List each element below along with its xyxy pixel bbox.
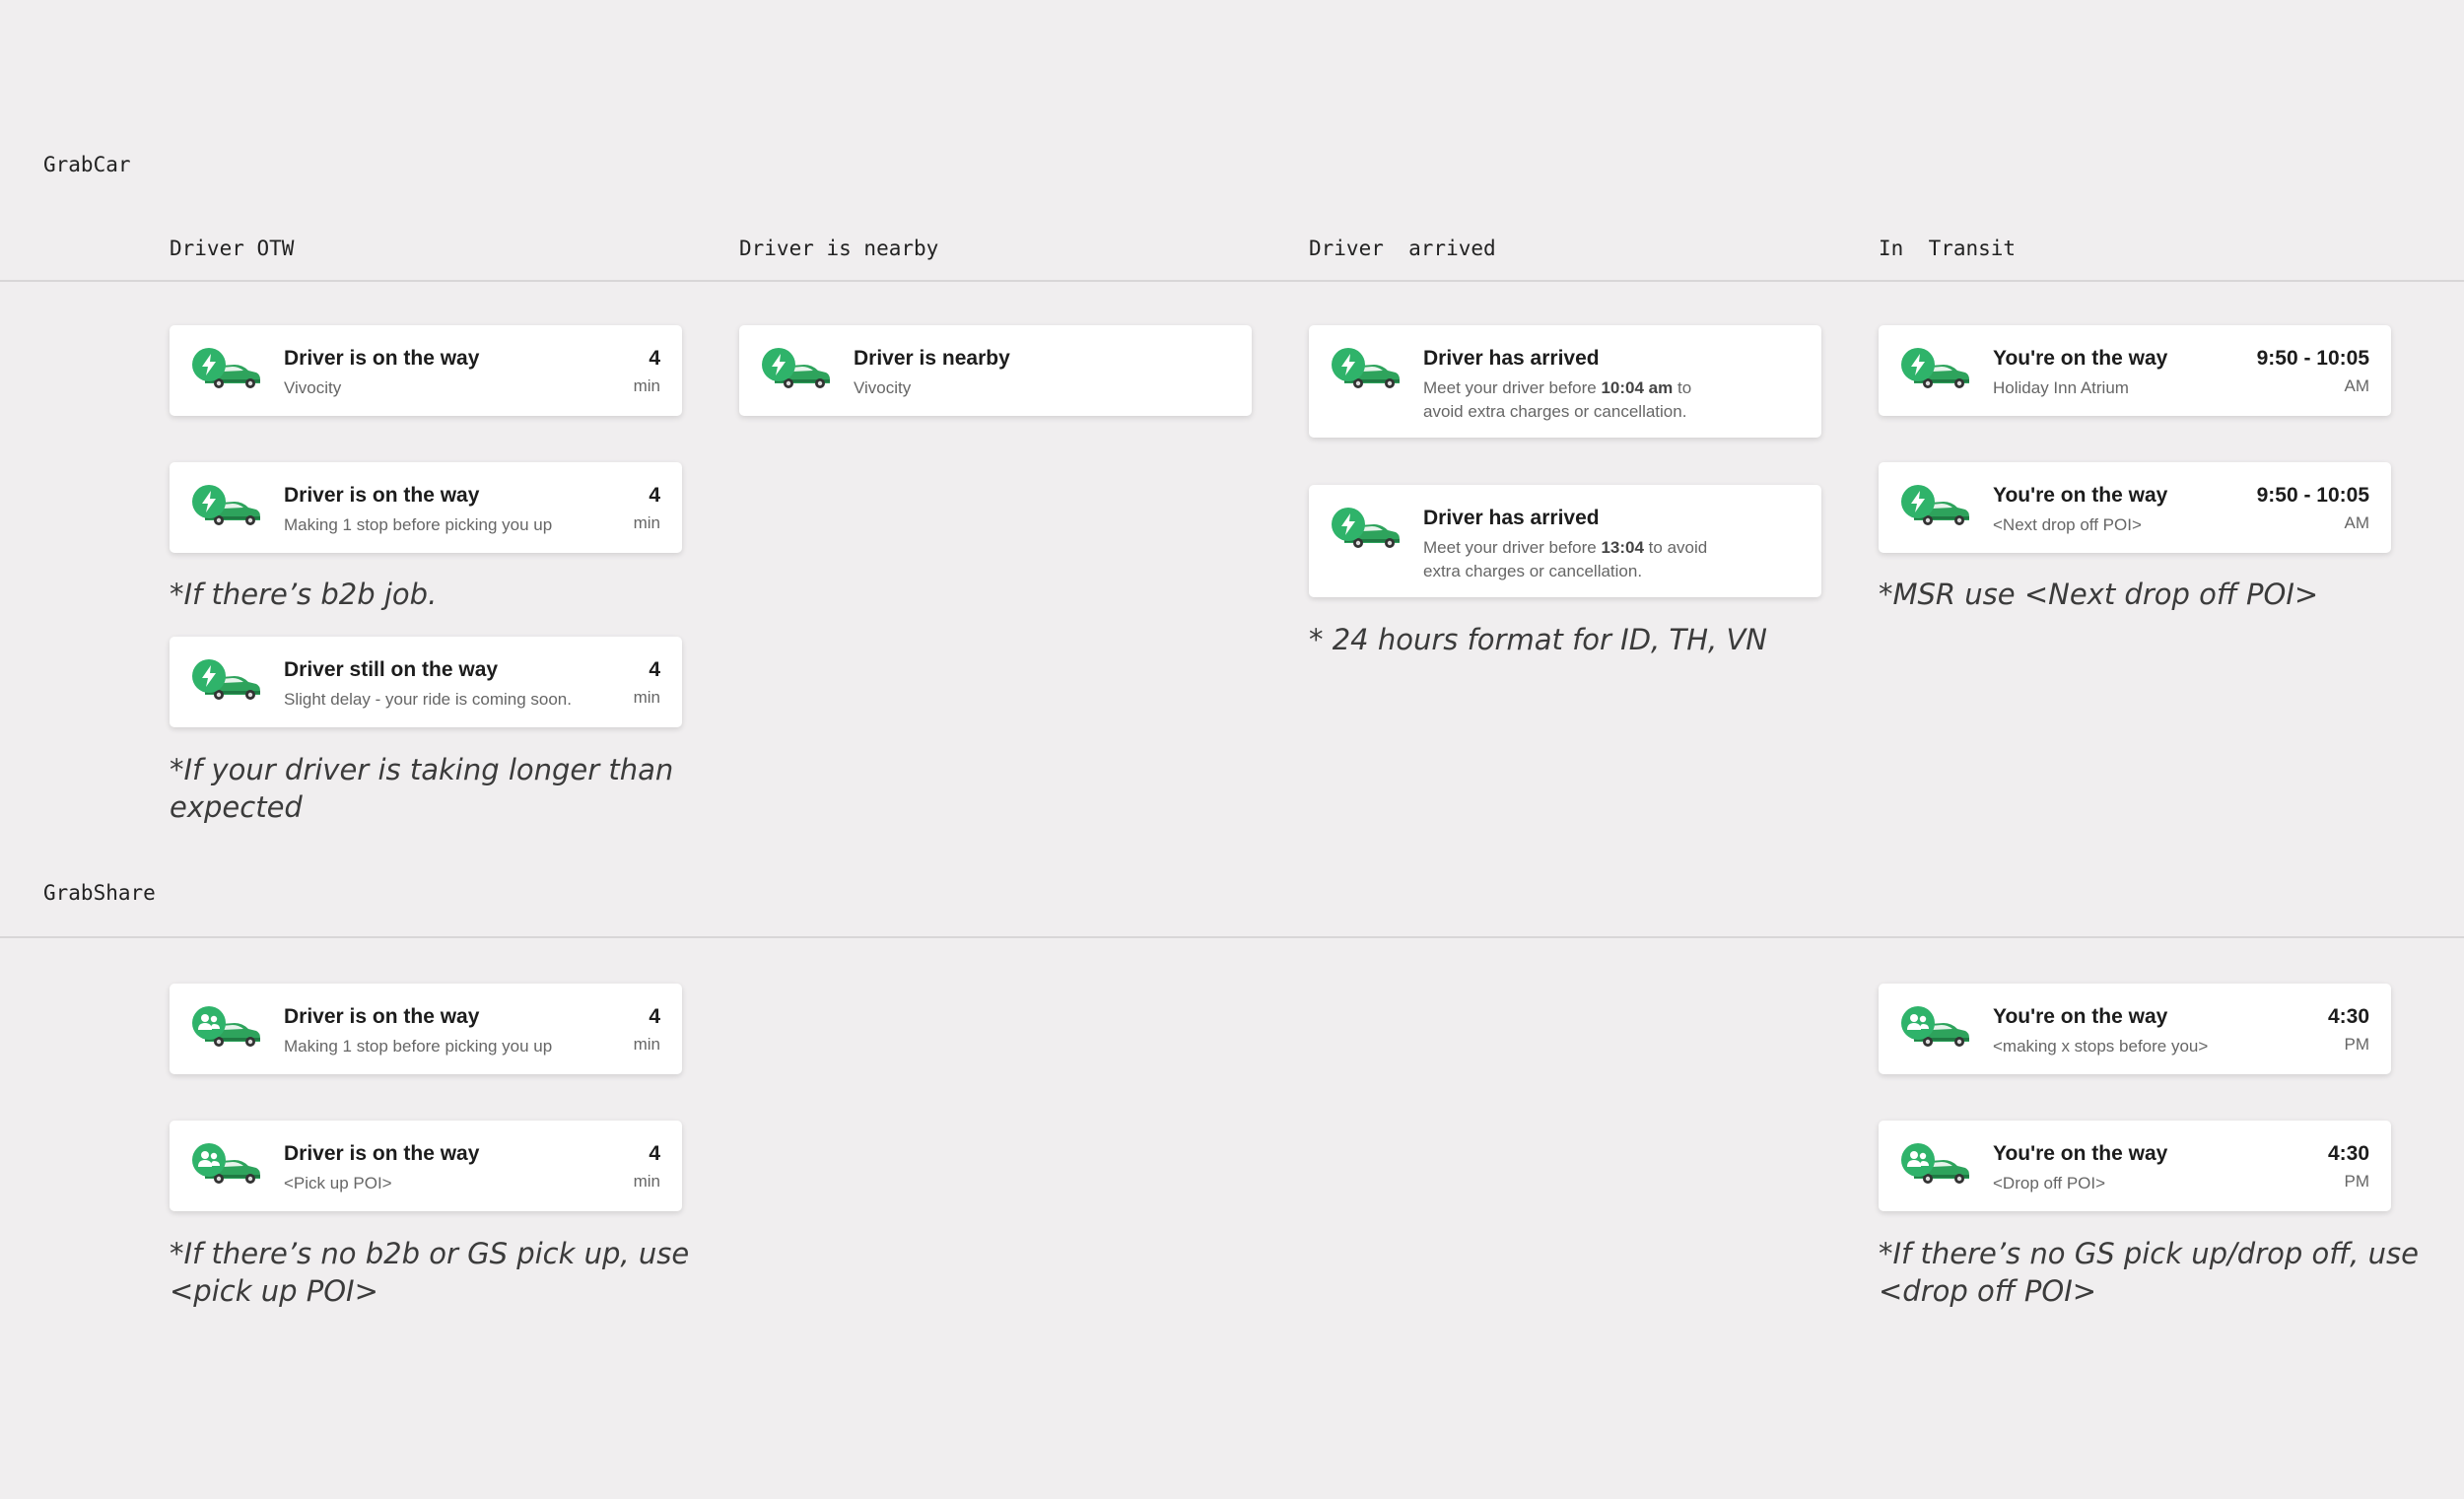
card-subtitle: Making 1 stop before picking you up bbox=[284, 1037, 553, 1056]
card-eta-unit: min bbox=[633, 513, 660, 532]
card-subtitle: Vivocity bbox=[854, 378, 912, 397]
note-b2b: *If there’s b2b job. bbox=[170, 578, 438, 611]
people-icon bbox=[1900, 1005, 1936, 1041]
notification-card[interactable]: You're on the way <making x stops before… bbox=[1879, 984, 2391, 1074]
notification-card[interactable]: Driver is nearby Vivocity bbox=[739, 325, 1252, 416]
notification-card[interactable]: Driver has arrived Meet your driver befo… bbox=[1309, 325, 1821, 438]
arrival-time: 10:04 am bbox=[1601, 378, 1674, 397]
lightning-icon bbox=[761, 347, 796, 382]
column-title-arrived: Driver arrived bbox=[1309, 237, 1496, 260]
card-eta: 4:30 bbox=[2327, 1005, 2369, 1028]
arrival-time: 13:04 bbox=[1601, 538, 1644, 557]
notification-card[interactable]: You're on the way Holiday Inn Atrium 9:5… bbox=[1879, 325, 2391, 416]
note-no-b2b: *If there’s no b2b or GS pick up, use <p… bbox=[170, 1237, 690, 1308]
card-eta: 4 bbox=[649, 658, 660, 681]
card-subtitle: Slight delay - your ride is coming soon. bbox=[284, 690, 572, 709]
card-subtitle: Meet your driver before 10:04 am to avoi… bbox=[1423, 378, 1692, 421]
card-eta-unit: min bbox=[633, 376, 660, 395]
card-eta: 4 bbox=[649, 347, 660, 370]
card-eta-unit: AM bbox=[2344, 376, 2370, 395]
card-eta-unit: PM bbox=[2344, 1035, 2370, 1054]
card-subtitle: <Drop off POI> bbox=[1993, 1174, 2106, 1192]
card-title: You're on the way bbox=[1993, 484, 2168, 507]
card-eta: 9:50 - 10:05 bbox=[2256, 347, 2369, 370]
divider bbox=[0, 936, 2464, 938]
card-eta-unit: min bbox=[633, 1035, 660, 1054]
note-24h: * 24 hours format for ID, TH, VN bbox=[1309, 623, 1767, 656]
card-title: Driver is on the way bbox=[284, 347, 480, 370]
card-title: Driver is nearby bbox=[854, 347, 1010, 370]
card-title: Driver is on the way bbox=[284, 484, 480, 507]
divider bbox=[0, 280, 2464, 282]
card-title: Driver has arrived bbox=[1423, 507, 1600, 529]
notification-card[interactable]: You're on the way <Drop off POI> 4:30 PM bbox=[1879, 1121, 2391, 1211]
card-eta: 4 bbox=[649, 1005, 660, 1028]
lightning-icon bbox=[191, 347, 227, 382]
lightning-icon bbox=[1331, 347, 1366, 382]
notification-card[interactable]: Driver is on the way <Pick up POI> 4 min bbox=[170, 1121, 682, 1211]
notification-card[interactable]: You're on the way <Next drop off POI> 9:… bbox=[1879, 462, 2391, 553]
lightning-icon bbox=[1900, 347, 1936, 382]
column-title-transit: In Transit bbox=[1879, 237, 2017, 260]
card-title: You're on the way bbox=[1993, 1005, 2168, 1028]
note-longer: *If your driver is taking longer than ex… bbox=[170, 753, 674, 824]
column-title-otw: Driver OTW bbox=[170, 237, 295, 260]
note-msr: *MSR use <Next drop off POI> bbox=[1879, 578, 2319, 611]
lightning-icon bbox=[1331, 507, 1366, 542]
notification-card[interactable]: Driver is on the way Making 1 stop befor… bbox=[170, 984, 682, 1074]
card-subtitle: Meet your driver before 13:04 to avoid e… bbox=[1423, 538, 1708, 580]
card-subtitle: <Pick up POI> bbox=[284, 1174, 392, 1192]
card-subtitle: Making 1 stop before picking you up bbox=[284, 515, 553, 534]
card-title: You're on the way bbox=[1993, 1142, 2168, 1165]
card-subtitle: <Next drop off POI> bbox=[1993, 515, 2142, 534]
card-eta-unit: AM bbox=[2344, 513, 2370, 532]
card-eta-unit: min bbox=[633, 1172, 660, 1191]
notification-card[interactable]: Driver has arrived Meet your driver befo… bbox=[1309, 485, 1821, 597]
card-subtitle: Holiday Inn Atrium bbox=[1993, 378, 2129, 397]
notification-card[interactable]: Driver still on the way Slight delay - y… bbox=[170, 637, 682, 727]
card-title: Driver is on the way bbox=[284, 1142, 480, 1165]
people-icon bbox=[1900, 1142, 1936, 1178]
card-eta-unit: PM bbox=[2344, 1172, 2370, 1191]
card-eta: 4 bbox=[649, 1142, 660, 1165]
section-title-grabcar: GrabCar bbox=[43, 153, 131, 176]
lightning-icon bbox=[1900, 484, 1936, 519]
lightning-icon bbox=[191, 658, 227, 694]
notification-card[interactable]: Driver is on the way Making 1 stop befor… bbox=[170, 462, 682, 553]
card-title: Driver is on the way bbox=[284, 1005, 480, 1028]
card-subtitle: <making x stops before you> bbox=[1993, 1037, 2209, 1056]
card-eta: 4:30 bbox=[2327, 1142, 2369, 1165]
card-eta-unit: min bbox=[633, 688, 660, 707]
card-title: Driver has arrived bbox=[1423, 347, 1600, 370]
section-title-grabshare: GrabShare bbox=[43, 881, 156, 905]
card-eta: 4 bbox=[649, 484, 660, 507]
card-eta: 9:50 - 10:05 bbox=[2256, 484, 2369, 507]
card-title: Driver still on the way bbox=[284, 658, 499, 681]
notification-card[interactable]: Driver is on the way Vivocity 4 min bbox=[170, 325, 682, 416]
column-title-nearby: Driver is nearby bbox=[739, 237, 939, 260]
lightning-icon bbox=[191, 484, 227, 519]
card-title: You're on the way bbox=[1993, 347, 2168, 370]
card-subtitle: Vivocity bbox=[284, 378, 342, 397]
people-icon bbox=[191, 1005, 227, 1041]
people-icon bbox=[191, 1142, 227, 1178]
note-no-gs: *If there’s no GS pick up/drop off, use … bbox=[1879, 1237, 2419, 1308]
